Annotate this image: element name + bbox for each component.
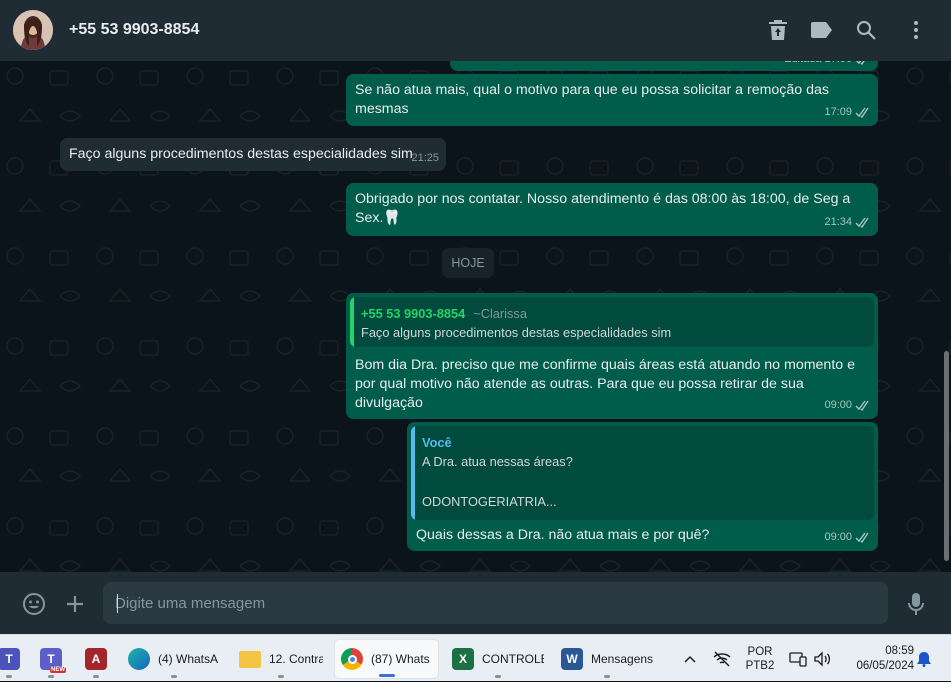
contact-name[interactable]: +55 53 9903-8854: [69, 21, 199, 39]
menu-icon[interactable]: [904, 18, 928, 42]
running-indicator: [171, 675, 177, 678]
message-bubble-outgoing[interactable]: Se não atua mais, qual o motivo para que…: [346, 74, 878, 126]
chevron-up-icon[interactable]: [680, 635, 700, 682]
search-icon[interactable]: [854, 18, 878, 42]
message-bubble-outgoing[interactable]: Editada 17:06: [450, 61, 878, 71]
taskbar-item-label: 12. Contra: [269, 652, 323, 666]
teams-icon: T: [0, 648, 20, 670]
taskbar-item-chrome[interactable]: (87) Whats: [334, 639, 439, 679]
message-bubble-outgoing[interactable]: Obrigado por nos contatar. Nosso atendim…: [346, 183, 878, 236]
message-time: 21:25: [411, 152, 439, 164]
message-bubble-outgoing[interactable]: +55 53 9903-8854 ~Clarissa Faço alguns pr…: [346, 293, 878, 419]
quote-sender-nickname: ~Clarissa: [473, 306, 527, 321]
speaker-icon[interactable]: [812, 635, 832, 682]
message-bubble-incoming[interactable]: Faço alguns procedimentos destas especia…: [60, 138, 446, 171]
whatsapp-window: +55 53 9903-8854 Se não atua mais, qual …: [0, 0, 951, 634]
message-bubble-outgoing[interactable]: Você A Dra. atua nessas áreas? ODONTOGER…: [407, 422, 878, 551]
quote-text: Faço alguns procedimentos destas especia…: [361, 325, 672, 340]
contact-avatar[interactable]: [13, 10, 53, 50]
message-meta: 21:34: [824, 213, 871, 232]
running-indicator: [6, 675, 12, 678]
running-indicator: [495, 675, 501, 678]
language-code: POR: [747, 645, 773, 658]
message-input[interactable]: [115, 582, 875, 624]
running-indicator: [604, 675, 610, 678]
message-meta: 09:00: [824, 396, 871, 415]
folder-icon: [239, 650, 261, 668]
quote-sender-number: +55 53 9903-8854: [361, 306, 466, 321]
notification-bell-icon[interactable]: [914, 635, 934, 682]
taskbar-item-label: (4) WhatsA: [158, 652, 219, 666]
quote-text-line: A Dra. atua nessas áreas?: [422, 454, 573, 469]
word-icon: W: [561, 648, 583, 670]
message-text: Quais dessas a Dra. não atua mais e por …: [416, 527, 710, 543]
text-caret: [117, 594, 118, 613]
quote-accent-bar: [350, 297, 354, 347]
attach-plus-icon[interactable]: [62, 591, 88, 617]
message-meta: 17:09: [824, 103, 871, 122]
double-check-icon: [855, 217, 869, 228]
quoted-message[interactable]: Você A Dra. atua nessas áreas? ODONTOGER…: [411, 426, 874, 520]
running-indicator: [378, 674, 395, 677]
taskbar-item-label: Mensagens: [591, 652, 653, 666]
delete-icon[interactable]: [766, 18, 790, 42]
phone-link-icon[interactable]: [788, 635, 808, 682]
message-meta: 21:25: [411, 149, 439, 168]
chrome-icon: [341, 648, 363, 670]
input-language[interactable]: POR PTB2: [742, 635, 778, 682]
clock-time: 08:59: [885, 644, 914, 657]
network-disconnected-icon[interactable]: [710, 635, 734, 682]
quote-sender: Você: [422, 435, 452, 450]
edge-icon: [128, 648, 150, 670]
double-check-icon: [856, 61, 865, 65]
message-text: Faço alguns procedimentos destas especia…: [69, 146, 413, 162]
message-input-box[interactable]: [103, 582, 888, 624]
double-check-icon: [855, 400, 869, 411]
taskbar-item-teams-new[interactable]: T NEW: [34, 639, 68, 679]
running-indicator: [93, 675, 99, 678]
taskbar-item-label: CONTROLE: [482, 652, 544, 666]
quote-text-line: ODONTOGERIATRIA...: [422, 494, 557, 509]
access-icon: A: [85, 648, 107, 670]
taskbar-item-excel[interactable]: X CONTROLE: [446, 639, 550, 679]
keyboard-layout: PTB2: [745, 659, 775, 672]
clock-date: 06/05/2024: [856, 659, 914, 672]
message-time: 17:09: [824, 106, 852, 118]
message-meta: 09:00: [824, 528, 871, 547]
system-clock[interactable]: 08:59 06/05/2024: [842, 635, 914, 682]
message-text: Se não atua mais, qual o motivo para que…: [355, 82, 829, 117]
message-time: Editada 17:06: [784, 61, 852, 69]
message-time: 09:00: [824, 399, 852, 411]
running-indicator: [278, 675, 284, 678]
taskbar-item-teams[interactable]: T: [0, 639, 26, 679]
microphone-icon[interactable]: [903, 591, 929, 617]
taskbar-item-folder[interactable]: 12. Contra: [233, 639, 329, 679]
taskbar-item-edge[interactable]: (4) WhatsA: [122, 639, 226, 679]
chat-scrollbar[interactable]: [944, 351, 949, 561]
chat-header: +55 53 9903-8854: [0, 0, 951, 61]
message-text: Bom dia Dra. preciso que me confirme qua…: [355, 357, 855, 411]
day-divider: HOJE: [442, 248, 494, 278]
message-list[interactable]: Editada 17:06 Se não atua mais, qual o m…: [0, 61, 951, 572]
taskbar-item-word[interactable]: W Mensagens: [555, 639, 659, 679]
message-time: 09:00: [824, 531, 852, 543]
taskbar-item-label: (87) Whats: [371, 652, 430, 666]
message-composer: [0, 572, 951, 634]
running-indicator: [48, 675, 54, 678]
message-time: 21:34: [824, 216, 852, 228]
message-meta: Editada 17:06: [784, 61, 871, 69]
double-check-icon: [855, 532, 869, 543]
message-text: Obrigado por nos contatar. Nosso atendim…: [355, 191, 851, 226]
quote-sender: +55 53 9903-8854 ~Clarissa: [361, 304, 527, 323]
windows-taskbar: T T NEW A (4) WhatsA 12. Contra (87) What…: [0, 634, 951, 681]
label-icon[interactable]: [810, 18, 834, 42]
teams-new-icon: T NEW: [40, 648, 66, 673]
emoji-icon[interactable]: [21, 591, 47, 617]
quote-accent-bar: [411, 426, 415, 520]
quoted-message[interactable]: +55 53 9903-8854 ~Clarissa Faço alguns pr…: [350, 297, 874, 347]
excel-icon: X: [452, 648, 474, 670]
taskbar-item-access[interactable]: A: [79, 639, 113, 679]
double-check-icon: [855, 107, 869, 118]
